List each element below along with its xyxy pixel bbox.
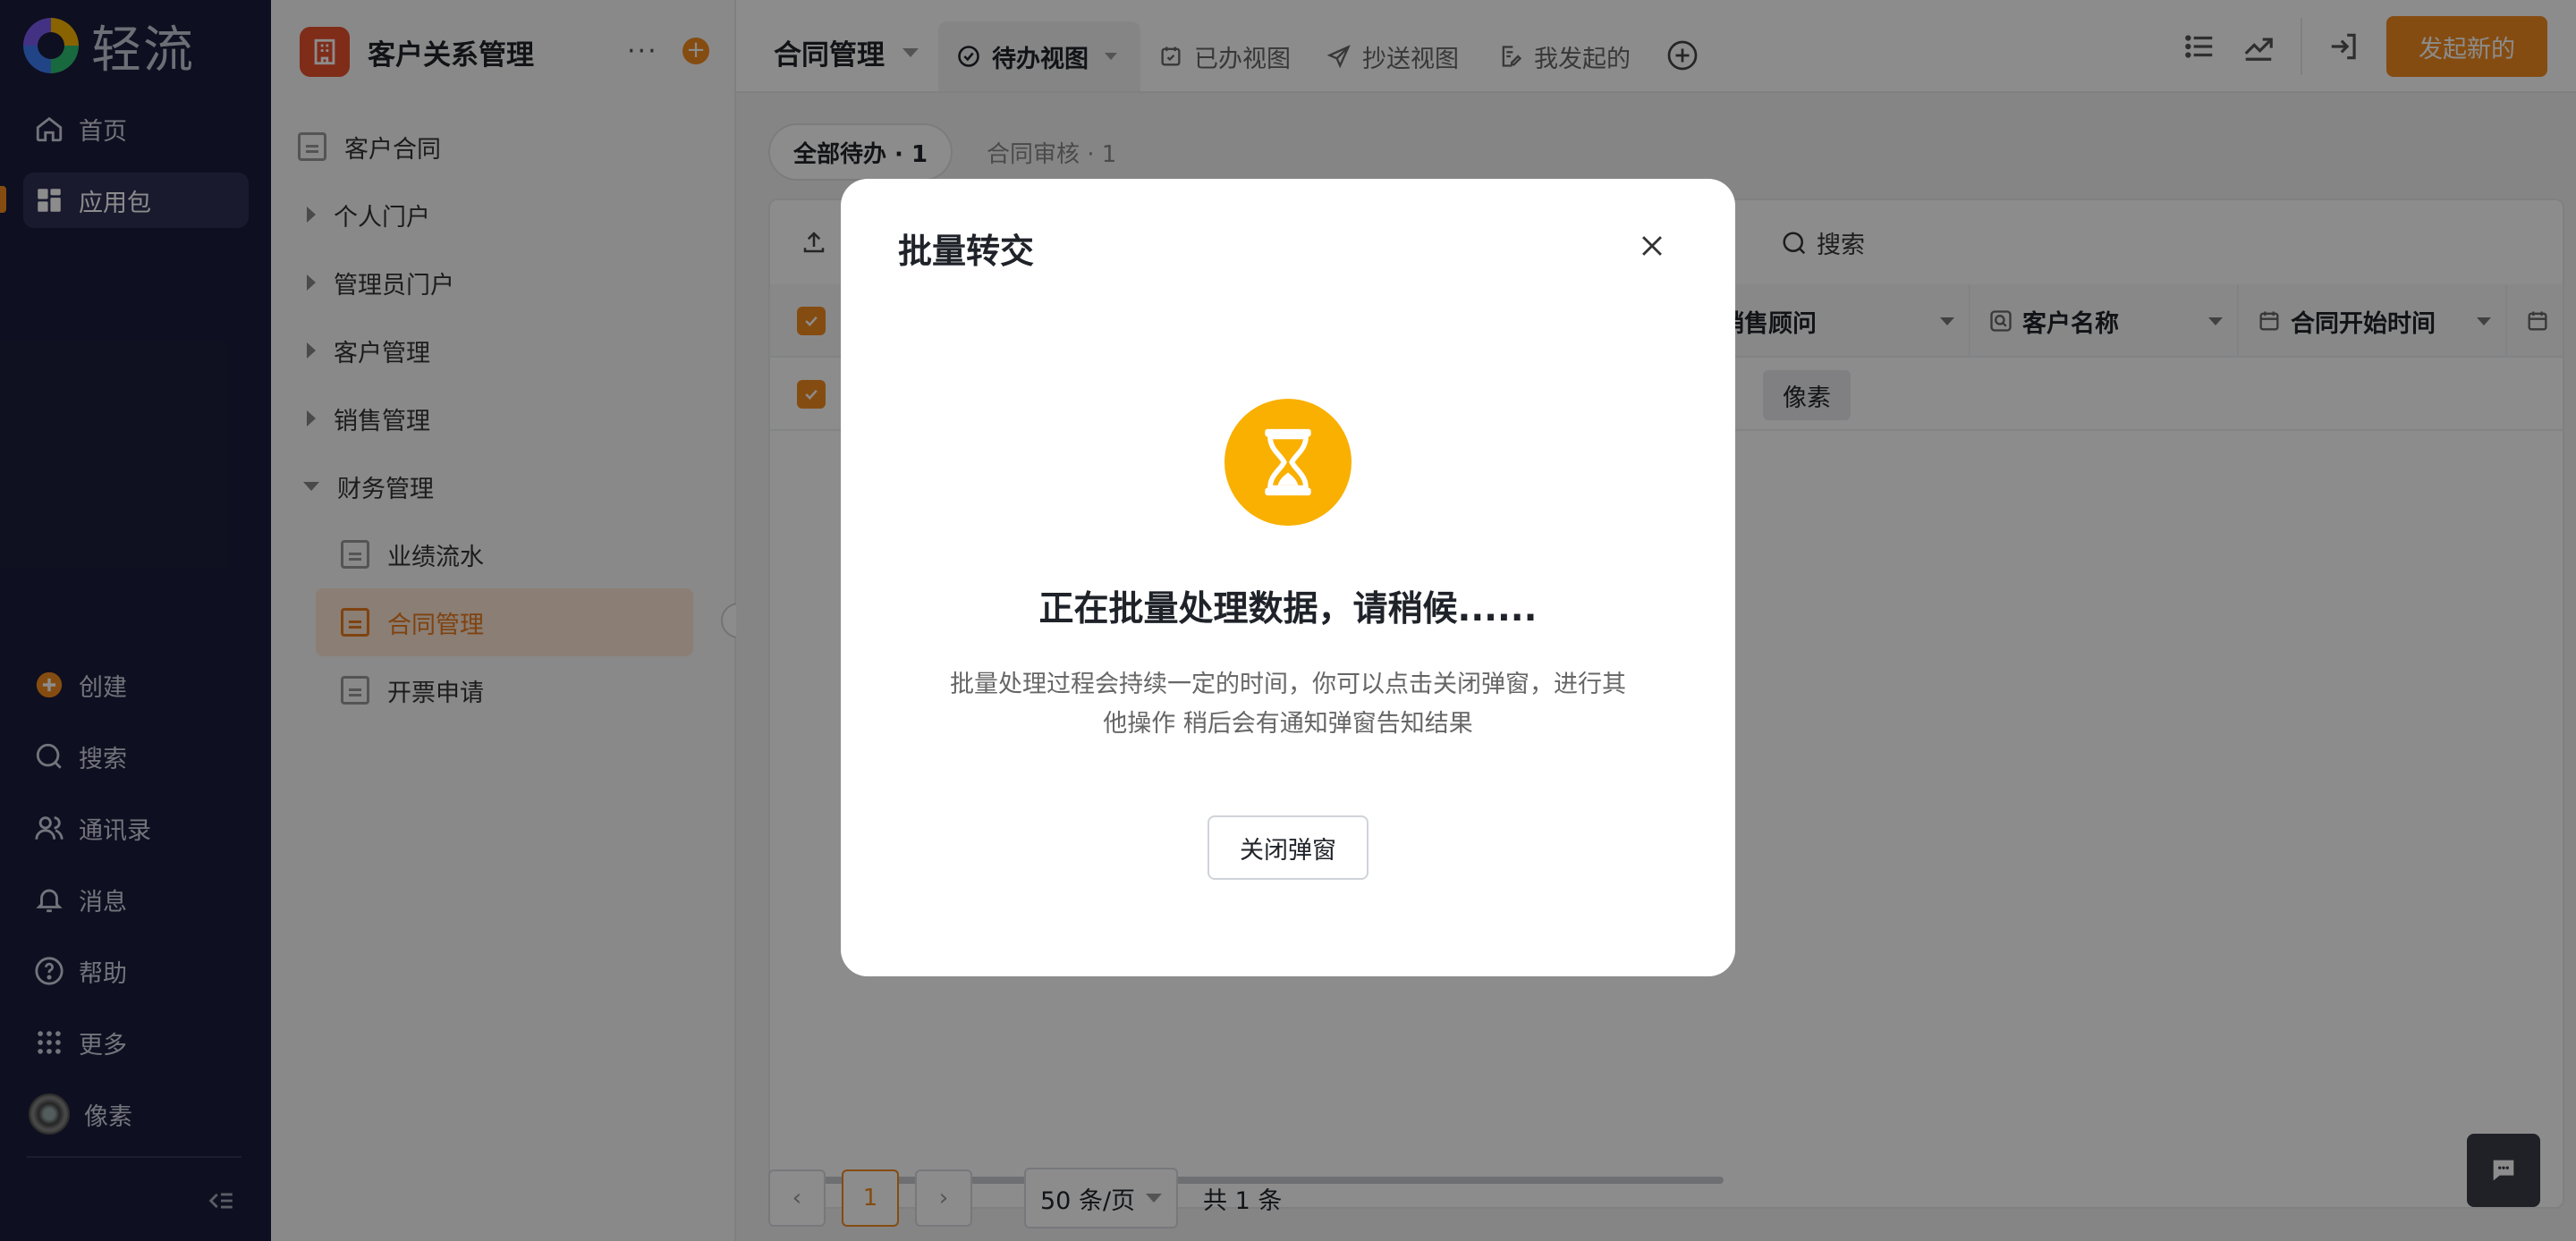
processing-description: 批量处理过程会持续一定的时间，你可以点击关闭弹窗，进行其 他操作 稍后会有通知弹… <box>930 665 1646 744</box>
close-dialog-button[interactable]: 关闭弹窗 <box>1208 815 1368 880</box>
description-line: 他操作 稍后会有通知弹窗告知结果 <box>1103 710 1473 738</box>
description-line: 批量处理过程会持续一定的时间，你可以点击关闭弹窗，进行其 <box>950 671 1626 698</box>
processing-heading: 正在批量处理数据，请稍候...... <box>1038 589 1538 629</box>
hourglass-icon <box>1224 399 1352 526</box>
dialog-title: 批量转交 <box>898 232 1035 271</box>
close-icon[interactable] <box>1633 227 1671 265</box>
batch-transfer-dialog: 批量转交 正在批量处理数据，请稍候...... 批量处理过程会持续一定的时间，你… <box>841 179 1735 976</box>
